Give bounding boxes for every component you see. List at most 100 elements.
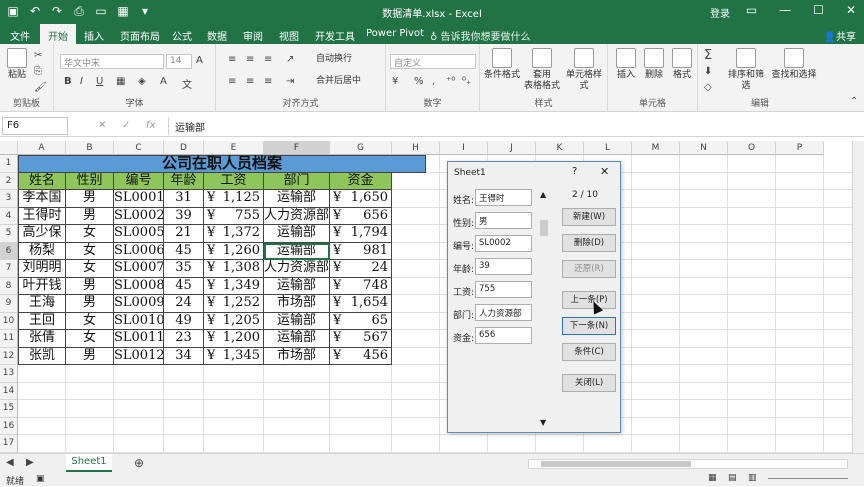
tab-developer[interactable]: 开发工具 — [315, 28, 355, 43]
indent-icon[interactable]: ⇥ — [286, 76, 294, 87]
font-name-combo[interactable]: 华文中宋 — [60, 54, 164, 69]
data-cell[interactable]: ¥755 — [204, 207, 264, 225]
column-header-c[interactable]: C — [114, 141, 164, 155]
data-cell[interactable]: 运输部 — [264, 312, 330, 330]
field-input[interactable]: 39 — [475, 258, 532, 275]
row-header-5[interactable]: 5 — [0, 225, 18, 243]
font-color-icon[interactable]: A — [160, 76, 167, 87]
orientation-icon[interactable]: ↗ — [286, 54, 294, 65]
data-cell[interactable]: SL0009 — [114, 295, 164, 313]
tab-view[interactable]: 视图 — [279, 28, 299, 43]
column-header-d[interactable]: D — [164, 141, 204, 155]
data-cell[interactable]: ¥1,200 — [204, 330, 264, 348]
data-cell[interactable]: 男 — [66, 347, 114, 365]
sheet-title-cell[interactable]: 公司在职人员档案 — [18, 155, 426, 173]
field-input[interactable]: 755 — [475, 281, 532, 298]
data-cell[interactable]: 人力资源部 — [264, 260, 330, 278]
autosum-icon[interactable]: Σ — [704, 48, 712, 63]
tab-data[interactable]: 数据 — [207, 28, 227, 43]
data-cell[interactable]: 运输部 — [264, 190, 330, 208]
tab-file[interactable]: 文件 — [10, 28, 30, 43]
row-header-16[interactable]: 16 — [0, 417, 18, 435]
close-icon[interactable]: ✕ — [846, 3, 856, 17]
data-cell[interactable]: 女 — [66, 225, 114, 243]
data-cell[interactable]: ¥1,252 — [204, 295, 264, 313]
delete-record-button[interactable]: 删除(D) — [562, 234, 616, 252]
data-cell[interactable]: ¥1,205 — [204, 312, 264, 330]
data-cell[interactable]: ¥1,794 — [330, 225, 392, 243]
maximize-icon[interactable]: ☐ — [813, 3, 824, 17]
data-cell[interactable]: 23 — [164, 330, 204, 348]
find-select-button[interactable]: 查找和选择 — [770, 48, 818, 81]
tell-me-box[interactable]: ♁ 告诉我你想要做什么 — [430, 28, 531, 43]
data-cell[interactable]: 王海 — [18, 295, 66, 313]
cut-icon[interactable]: ✂ — [34, 50, 42, 61]
format-cells-button[interactable]: 格式 — [670, 48, 694, 81]
align-bottom-icon[interactable]: ≡ — [264, 54, 272, 65]
active-cell[interactable]: 运输部 — [264, 242, 330, 260]
data-cell[interactable]: 运输部 — [264, 225, 330, 243]
add-sheet-icon[interactable]: ⊕ — [134, 456, 144, 470]
align-middle-icon[interactable]: ≡ — [246, 54, 254, 65]
data-cell[interactable]: SL0002 — [114, 207, 164, 225]
ribbon-display-icon[interactable]: ▭ — [746, 3, 757, 17]
macro-record-icon[interactable]: ▣ — [36, 474, 45, 484]
data-cell[interactable]: 34 — [164, 347, 204, 365]
insert-function-icon[interactable]: fx — [146, 120, 155, 131]
field-input[interactable]: 王得时 — [475, 189, 532, 206]
field-input[interactable]: SL0002 — [475, 235, 532, 252]
data-cell[interactable]: 王得时 — [18, 207, 66, 225]
field-input[interactable]: 656 — [475, 327, 532, 344]
column-header-i[interactable]: I — [440, 141, 488, 155]
row-header-9[interactable]: 9 — [0, 295, 18, 313]
sheet-tab-sheet1[interactable]: Sheet1 — [66, 454, 112, 472]
data-cell[interactable]: 张凯 — [18, 347, 66, 365]
row-header-11[interactable]: 11 — [0, 330, 18, 348]
paste-button[interactable]: 粘贴 — [5, 48, 29, 81]
data-cell[interactable]: ¥1,372 — [204, 225, 264, 243]
data-cell[interactable]: 49 — [164, 312, 204, 330]
bold-icon[interactable]: B — [64, 76, 72, 87]
format-painter-icon[interactable]: 🖌 — [34, 82, 47, 93]
column-header-p[interactable]: P — [776, 141, 824, 155]
data-cell[interactable]: 运输部 — [264, 330, 330, 348]
data-cell[interactable]: 女 — [66, 330, 114, 348]
data-cell[interactable]: 39 — [164, 207, 204, 225]
data-cell[interactable]: 男 — [66, 277, 114, 295]
data-cell[interactable]: ¥24 — [330, 260, 392, 278]
column-header-f[interactable]: F — [264, 141, 330, 155]
data-cell[interactable]: 21 — [164, 225, 204, 243]
row-header-13[interactable]: 13 — [0, 365, 18, 383]
close-dialog-button[interactable]: 关闭(L) — [562, 374, 616, 392]
column-header-a[interactable]: A — [18, 141, 66, 155]
header-cell[interactable]: 编号 — [114, 172, 164, 190]
tab-power-pivot[interactable]: Power Pivot — [366, 28, 424, 39]
data-cell[interactable]: 杨梨 — [18, 242, 66, 260]
data-cell[interactable]: 男 — [66, 190, 114, 208]
data-cell[interactable]: 高少保 — [18, 225, 66, 243]
copy-icon[interactable]: ⎘ — [34, 66, 42, 77]
find-next-button[interactable]: 下一条(N) — [562, 317, 616, 335]
data-cell[interactable]: ¥456 — [330, 347, 392, 365]
worksheet-grid[interactable]: A B C D E F G H I J K L M N O P 1 2 3 4 5 6 7 8 9 10 11 12 13 14 15 16 1… — [0, 141, 852, 453]
data-cell[interactable]: ¥656 — [330, 207, 392, 225]
sort-filter-button[interactable]: 排序和筛选 — [724, 48, 768, 92]
row-header-10[interactable]: 10 — [0, 312, 18, 330]
row-header-4[interactable]: 4 — [0, 207, 18, 225]
dialog-close-icon[interactable]: ✕ — [600, 165, 609, 178]
clear-icon[interactable]: ◇ — [704, 82, 712, 93]
data-cell[interactable]: ¥981 — [330, 242, 392, 260]
tab-review[interactable]: 审阅 — [243, 28, 263, 43]
header-cell[interactable]: 资金 — [330, 172, 392, 190]
row-header-3[interactable]: 3 — [0, 190, 18, 208]
data-cell[interactable]: 45 — [164, 242, 204, 260]
data-cell[interactable]: ¥1,308 — [204, 260, 264, 278]
record-scrollbar[interactable]: ▲ ▼ — [537, 190, 551, 432]
comma-icon[interactable]: , — [432, 76, 435, 87]
data-cell[interactable]: 王回 — [18, 312, 66, 330]
column-header-l[interactable]: L — [584, 141, 632, 155]
header-cell[interactable]: 工资 — [204, 172, 264, 190]
underline-icon[interactable]: U — [96, 76, 103, 87]
data-cell[interactable]: SL0012 — [114, 347, 164, 365]
data-cell[interactable]: 市场部 — [264, 347, 330, 365]
